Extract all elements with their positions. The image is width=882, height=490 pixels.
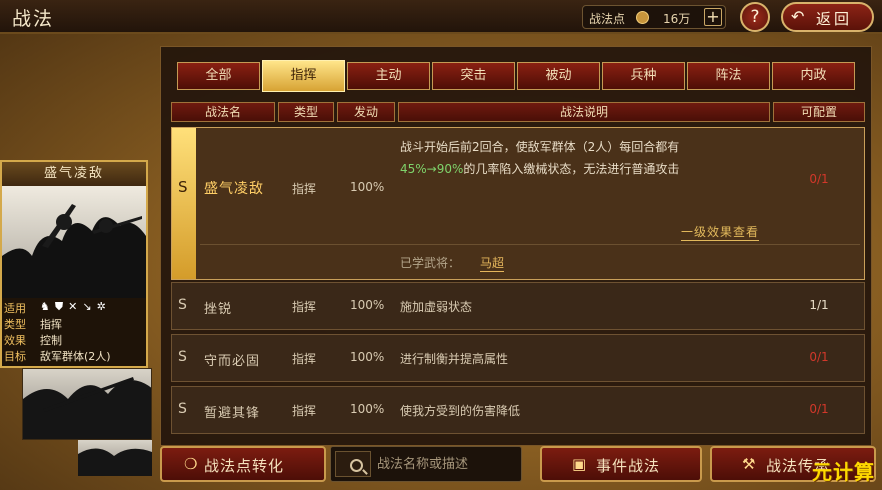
- tab-assault[interactable]: 突击: [432, 62, 515, 90]
- card-tactic-name: 盛气凌敌: [2, 162, 146, 186]
- help-button[interactable]: ?: [740, 2, 770, 32]
- tactic-name: 挫锐: [204, 302, 233, 317]
- tactic-trigger-rate: 100%: [350, 402, 385, 416]
- tactic-points-label: 战法点: [589, 12, 626, 26]
- back-arrow-icon: ↶: [791, 7, 805, 26]
- search-button[interactable]: [335, 451, 371, 477]
- tactic-description: 施加虚弱状态: [400, 300, 473, 314]
- top-bar: 战法 战法点 16万 + ? ↶ 返回: [0, 0, 882, 34]
- learned-generals-label: 已学武将：: [400, 256, 461, 270]
- scroll-icon: ▣: [572, 455, 587, 473]
- tactic-config-count: 1/1: [809, 298, 829, 312]
- tactic-description-percent: 45%→90%: [400, 162, 464, 176]
- column-header-trigger: 发动: [337, 102, 395, 122]
- event-tactics-button[interactable]: ▣ 事件战法: [540, 446, 702, 482]
- tactic-trigger-rate: 100%: [350, 180, 385, 194]
- column-header-description: 战法说明: [398, 102, 770, 122]
- tactic-type: 指挥: [292, 182, 317, 196]
- tab-active[interactable]: 主动: [347, 62, 430, 90]
- column-header-config: 可配置: [773, 102, 865, 122]
- tactic-description-line1: 战斗开始后前2回合，使敌军群体（2人）每回合都有: [400, 140, 680, 154]
- learned-general-name[interactable]: 马超: [480, 254, 505, 272]
- tactic-row[interactable]: S 暂避其锋 指挥 100% 使我方受到的伤害降低 0/1: [171, 386, 865, 434]
- tactic-grade: S: [178, 178, 188, 196]
- page-title: 战法: [12, 8, 55, 30]
- tactic-name: 守而必固: [204, 354, 261, 369]
- tactic-point-coin-icon: [636, 11, 649, 24]
- tactic-trigger-rate: 100%: [350, 298, 385, 312]
- convert-points-label: 战法点转化: [204, 457, 285, 475]
- tactic-type: 指挥: [292, 352, 317, 366]
- hammer-icon: ⚒: [742, 455, 756, 473]
- add-points-button[interactable]: +: [704, 8, 722, 26]
- card-stack-artwork: [22, 368, 152, 440]
- selected-indicator: [172, 128, 196, 279]
- back-label: 返回: [816, 10, 853, 28]
- tab-internal[interactable]: 内政: [772, 62, 855, 90]
- siege-icon: ✲: [96, 300, 106, 313]
- tactic-config-count: 0/1: [809, 402, 829, 416]
- card-stack-artwork-lower: [78, 440, 152, 476]
- tab-command[interactable]: 指挥: [262, 60, 345, 92]
- bow-icon: ✕: [68, 300, 78, 313]
- card-artwork: [2, 186, 146, 298]
- column-header-name: 战法名: [171, 102, 275, 122]
- tactic-grade: S: [178, 401, 187, 417]
- tactic-row[interactable]: S 挫锐 指挥 100% 施加虚弱状态 1/1: [171, 282, 865, 330]
- tactic-point-icon: ❍: [184, 455, 198, 473]
- tab-passive[interactable]: 被动: [517, 62, 600, 90]
- tactic-row[interactable]: S 守而必固 指挥 100% 进行制衡并提高属性 0/1: [171, 334, 865, 382]
- level-one-effect-link[interactable]: 一级效果查看: [681, 223, 760, 241]
- tactic-name: 盛气凌敌: [204, 181, 264, 197]
- card-info: 适用 ♞ ⛊ ✕ ↘ ✲ 类型 指挥 效果 控制 目标 敌军群体(2人): [2, 298, 146, 366]
- tactic-points-value: 16万: [663, 12, 691, 26]
- back-button[interactable]: ↶ 返回: [781, 2, 874, 32]
- tactic-config-count: 0/1: [809, 350, 829, 364]
- spear-icon: ↘: [82, 300, 92, 313]
- shield-icon: ⛊: [54, 300, 64, 313]
- tactic-name: 暂避其锋: [204, 406, 261, 421]
- column-header-type: 类型: [278, 102, 334, 122]
- event-tactics-label: 事件战法: [596, 457, 661, 475]
- convert-points-button[interactable]: ❍ 战法点转化: [160, 446, 326, 482]
- search-input[interactable]: [377, 453, 517, 475]
- tactic-description-line2: 45%→90%的几率陷入缴械状态，无法进行普通攻击: [400, 160, 679, 177]
- tab-all[interactable]: 全部: [177, 62, 260, 90]
- tactic-grade: S: [178, 349, 187, 365]
- tactic-description-line2-text: 的几率陷入缴械状态，无法进行普通攻击: [463, 162, 680, 176]
- watermark: 元计算: [812, 460, 875, 484]
- tab-troop[interactable]: 兵种: [602, 62, 685, 90]
- tactic-grade: S: [178, 297, 187, 313]
- tactic-points-box: 战法点 16万 +: [582, 5, 726, 29]
- general-card[interactable]: 盛气凌敌 适用 ♞ ⛊ ✕ ↘ ✲ 类型 指挥 效果 控制 目标 敌军群体(2人): [0, 160, 148, 368]
- tab-formation[interactable]: 阵法: [687, 62, 770, 90]
- tactic-search[interactable]: [330, 446, 522, 482]
- row-divider: [200, 244, 860, 245]
- tactic-config-count: 0/1: [809, 172, 829, 186]
- search-icon: [350, 459, 363, 472]
- tactics-panel: 全部 指挥 主动 突击 被动 兵种 阵法 内政 战法名 类型 发动 战法说明 可…: [160, 46, 872, 446]
- tactic-row-selected[interactable]: S 盛气凌敌 指挥 100% 战斗开始后前2回合，使敌军群体（2人）每回合都有 …: [171, 127, 865, 280]
- tactic-type: 指挥: [292, 404, 317, 418]
- tactic-description: 进行制衡并提高属性: [400, 352, 509, 366]
- tactic-type: 指挥: [292, 300, 317, 314]
- cavalry-icon: ♞: [40, 300, 50, 313]
- tactic-trigger-rate: 100%: [350, 350, 385, 364]
- tactic-description: 使我方受到的伤害降低: [400, 404, 521, 418]
